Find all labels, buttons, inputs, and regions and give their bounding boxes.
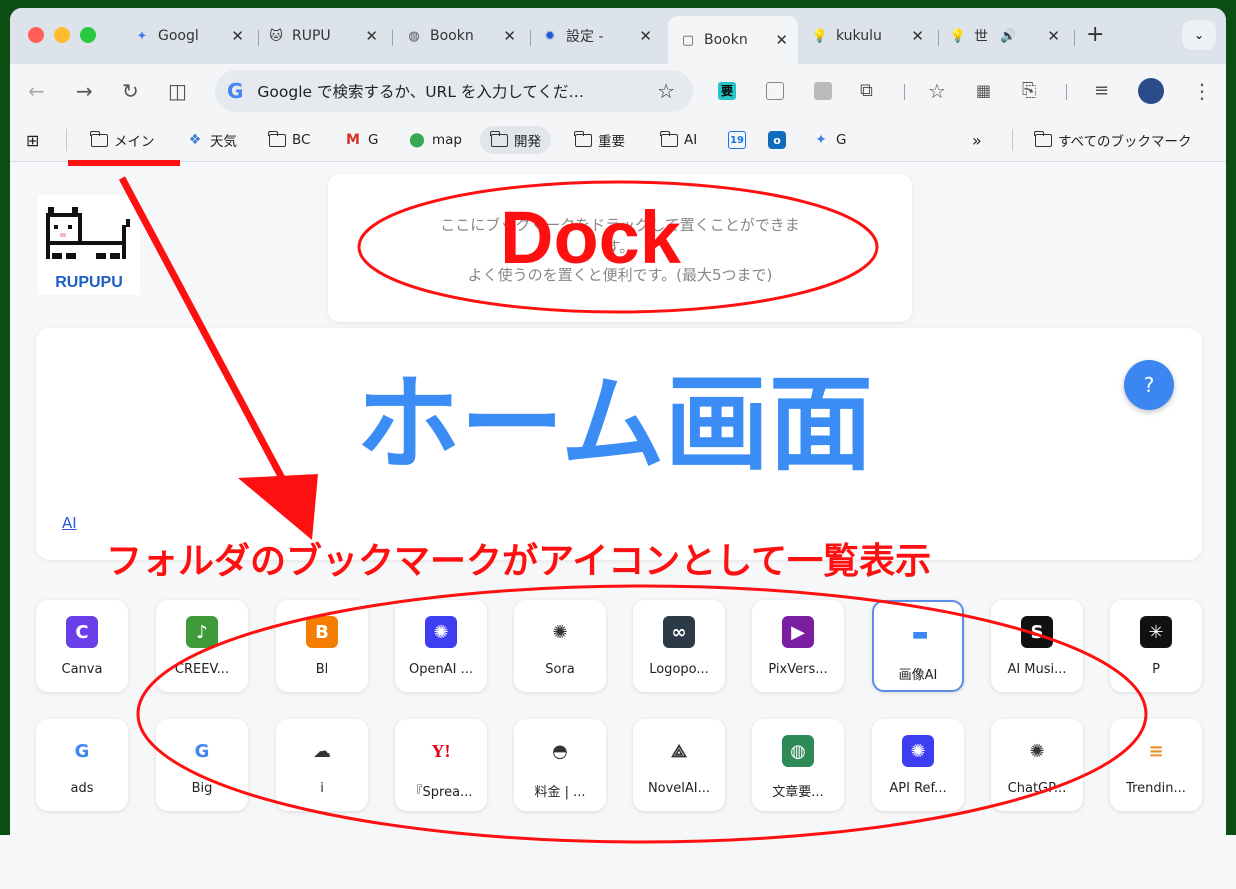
- underline-mark: [68, 160, 180, 166]
- caption-annotation: フォルダのブックマークがアイコンとして一覧表示: [106, 541, 932, 582]
- arrow-head: [238, 474, 318, 540]
- home-annotation: ホーム画面: [356, 363, 873, 485]
- arrow-shaft: [118, 176, 287, 482]
- dock-annotation: Dock: [500, 196, 681, 279]
- grid-ellipse: [136, 584, 1148, 844]
